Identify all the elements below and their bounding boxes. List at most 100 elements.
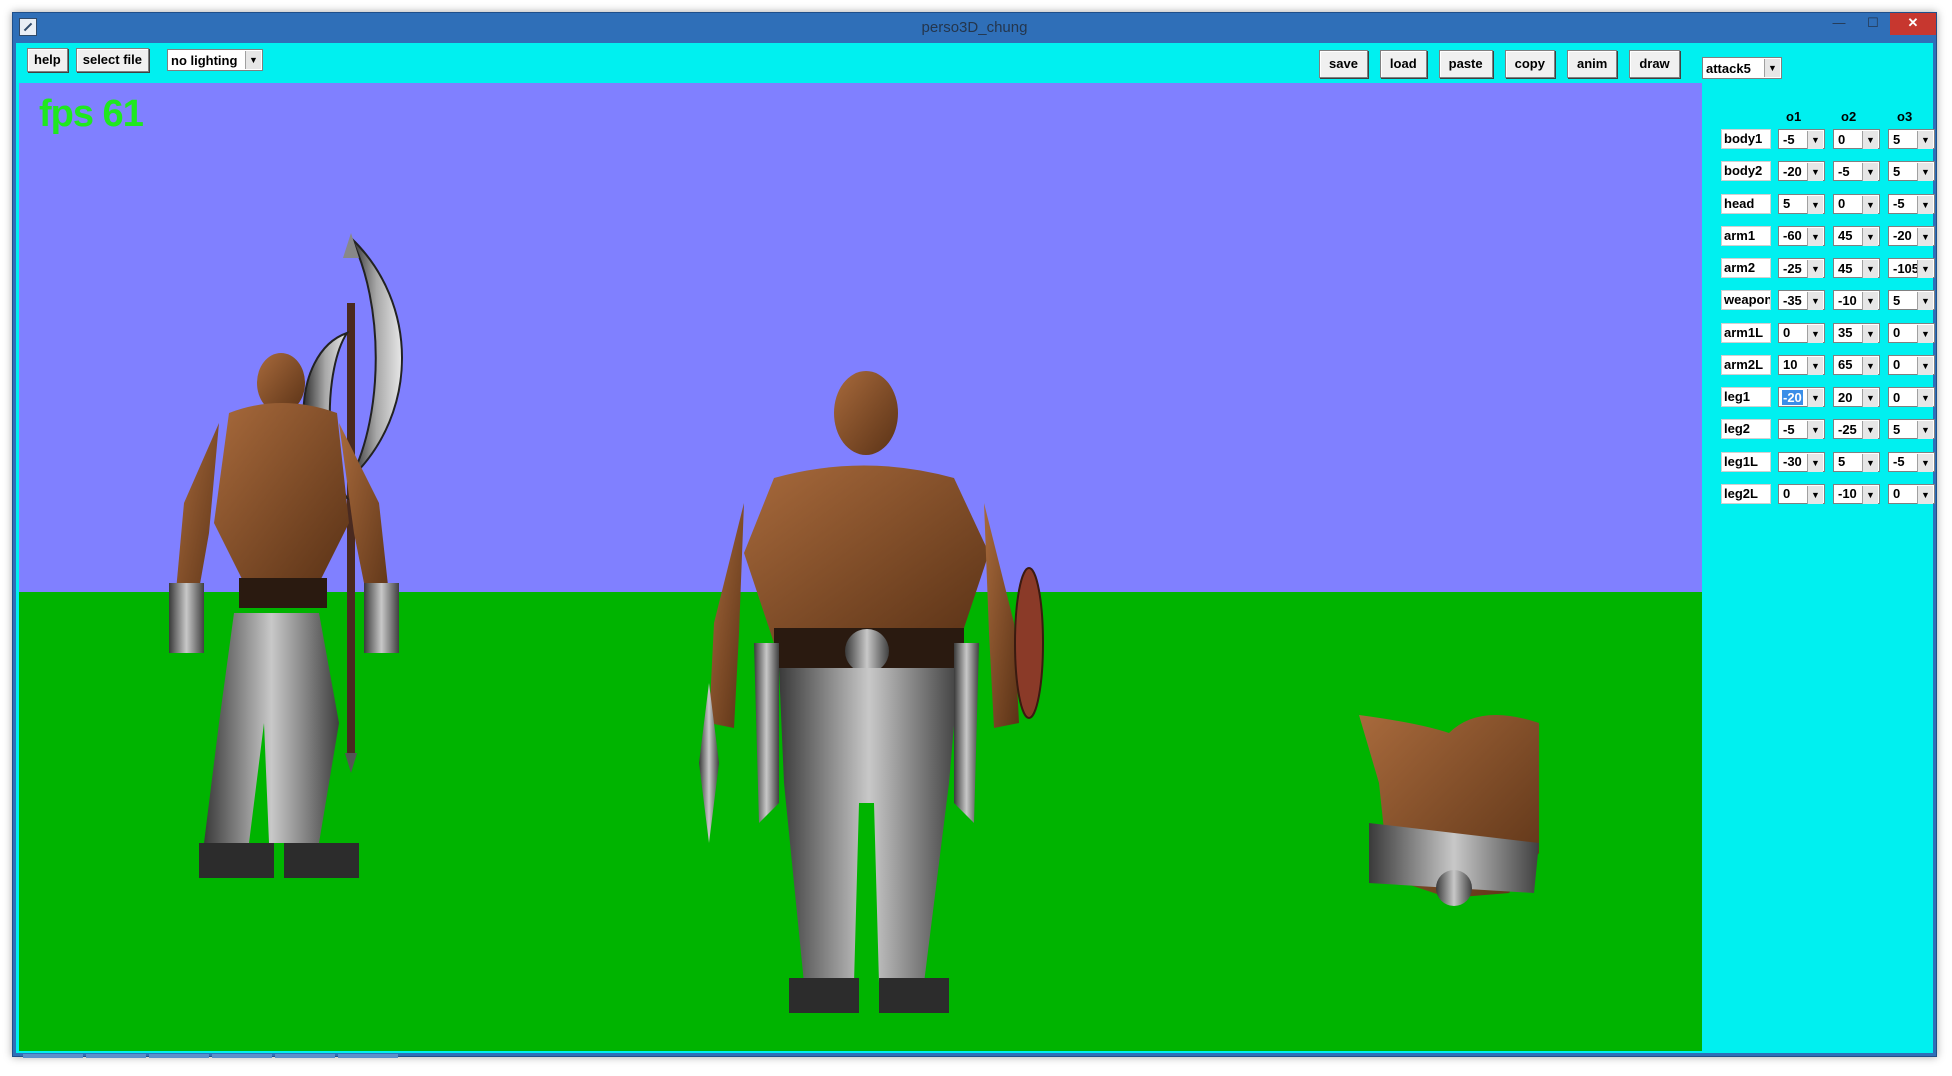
param-value: 0 [1838,196,1846,211]
param-leg1-o3-dropdown[interactable]: 0 ▼ [1888,387,1935,407]
param-row-leg1: leg1 -20 ▼ 20 ▼ 0 ▼ [1702,387,1935,409]
param-leg2L-o3-dropdown[interactable]: 0 ▼ [1888,483,1935,504]
param-leg2L-o1-dropdown[interactable]: 0 ▼ [1778,483,1825,504]
param-row-leg2L: leg2L 0 ▼ -10 ▼ 0 ▼ [1702,483,1935,506]
chevron-down-icon: ▼ [1807,195,1823,214]
param-arm2-o1-dropdown[interactable]: -25 ▼ [1778,258,1825,278]
param-value: -5 [1783,421,1795,437]
param-value: 5 [1893,131,1901,147]
param-leg1-o2-dropdown[interactable]: 20 ▼ [1833,387,1880,407]
param-label: arm2L [1721,354,1771,375]
param-arm2L-o1-dropdown[interactable]: 10 ▼ [1778,354,1825,375]
param-leg2-o1-dropdown[interactable]: -5 ▼ [1778,419,1825,440]
param-value: 0 [1893,357,1901,373]
param-leg2-o3-dropdown[interactable]: 5 ▼ [1888,419,1935,440]
chevron-down-icon: ▼ [1862,292,1878,311]
param-arm1-o3-dropdown[interactable]: -20 ▼ [1888,225,1935,246]
draw-button[interactable]: draw [1629,50,1680,78]
param-body1-o2-dropdown[interactable]: 0 ▼ [1833,129,1880,149]
param-body1-o1-dropdown[interactable]: -5 ▼ [1778,129,1825,149]
param-value: 0 [1893,486,1901,502]
param-leg1L-o1-dropdown[interactable]: -30 ▼ [1778,451,1825,472]
param-value: -30 [1783,454,1802,469]
param-arm2L-o3-dropdown[interactable]: 0 ▼ [1888,354,1935,375]
param-value: -25 [1838,421,1857,437]
help-button[interactable]: help [27,48,68,72]
app-window: perso3D_chung — ☐ ✕ help select file no … [12,12,1937,1058]
chevron-down-icon: ▼ [1764,59,1780,77]
param-arm1-o1-dropdown[interactable]: -60 ▼ [1778,225,1825,246]
chevron-down-icon: ▼ [1862,485,1878,504]
param-label: arm1L [1721,322,1771,343]
lighting-dropdown[interactable]: no lighting ▼ [167,49,263,71]
param-leg2-o2-dropdown[interactable]: -25 ▼ [1833,419,1880,440]
param-label: leg2 [1721,419,1771,440]
status-segment [86,1054,146,1058]
param-value: 10 [1783,357,1798,373]
copy-button[interactable]: copy [1504,50,1555,78]
torso-part-model [1359,715,1539,906]
chevron-down-icon: ▼ [1807,356,1823,375]
chevron-down-icon: ▼ [1807,227,1823,246]
param-arm1L-o3-dropdown[interactable]: 0 ▼ [1888,322,1935,343]
param-weapon-o1-dropdown[interactable]: -35 ▼ [1778,290,1825,311]
column-header-o3: o3 [1897,109,1913,124]
param-value: 0 [1838,131,1846,147]
column-header-o1: o1 [1786,109,1802,124]
param-value: 5 [1893,421,1901,437]
param-head-o3-dropdown[interactable]: -5 ▼ [1888,193,1935,214]
save-button[interactable]: save [1319,50,1368,78]
animation-value: attack5 [1706,60,1751,76]
param-leg1-o1-dropdown[interactable]: -20 ▼ [1778,387,1825,407]
chevron-down-icon: ▼ [1917,131,1933,149]
param-arm2L-o2-dropdown[interactable]: 65 ▼ [1833,354,1880,375]
param-value: 5 [1838,454,1846,469]
scene-canvas [19,83,1702,1051]
param-head-o1-dropdown[interactable]: 5 ▼ [1778,193,1825,214]
3d-viewport[interactable]: fps 61 [19,83,1702,1051]
param-leg2L-o2-dropdown[interactable]: -10 ▼ [1833,483,1880,504]
param-value: -35 [1783,292,1802,308]
param-arm2-o2-dropdown[interactable]: 45 ▼ [1833,258,1880,278]
chevron-down-icon: ▼ [1807,131,1823,149]
param-value: 65 [1838,357,1853,373]
param-body1-o3-dropdown[interactable]: 5 ▼ [1888,129,1935,149]
param-arm2-o3-dropdown[interactable]: -105 ▼ [1888,258,1935,278]
chevron-down-icon: ▼ [1862,389,1878,407]
param-leg1L-o3-dropdown[interactable]: -5 ▼ [1888,451,1935,472]
param-value: 0 [1783,486,1791,502]
select-file-button[interactable]: select file [75,48,149,72]
chevron-down-icon: ▼ [1807,453,1823,472]
param-body2-o2-dropdown[interactable]: -5 ▼ [1833,161,1880,182]
param-label: weapon [1721,290,1771,311]
paste-button[interactable]: paste [1438,50,1493,78]
load-button[interactable]: load [1379,50,1427,78]
param-body2-o3-dropdown[interactable]: 5 ▼ [1888,161,1935,182]
param-head-o2-dropdown[interactable]: 0 ▼ [1833,193,1880,214]
param-value: 5 [1893,292,1901,308]
param-arm1-o2-dropdown[interactable]: 45 ▼ [1833,225,1880,246]
param-value: 35 [1838,325,1853,340]
param-label: leg2L [1721,483,1771,504]
param-value: -25 [1783,260,1802,276]
param-label: head [1721,193,1771,214]
maximize-button[interactable]: ☐ [1856,13,1890,35]
minimize-button[interactable]: — [1822,13,1856,35]
chevron-down-icon: ▼ [1807,421,1823,440]
param-arm1L-o1-dropdown[interactable]: 0 ▼ [1778,322,1825,343]
status-segment [212,1054,272,1058]
animation-dropdown[interactable]: attack5 ▼ [1702,57,1782,79]
param-body2-o1-dropdown[interactable]: -20 ▼ [1778,161,1825,182]
param-row-body2: body2 -20 ▼ -5 ▼ 5 ▼ [1702,161,1935,183]
param-leg1L-o2-dropdown[interactable]: 5 ▼ [1833,451,1880,472]
anim-button[interactable]: anim [1566,50,1618,78]
status-segment [275,1054,335,1058]
close-button[interactable]: ✕ [1890,13,1936,35]
chevron-down-icon: ▼ [1807,260,1823,278]
param-weapon-o3-dropdown[interactable]: 5 ▼ [1888,290,1935,311]
param-arm1L-o2-dropdown[interactable]: 35 ▼ [1833,322,1880,343]
param-label: leg1 [1721,387,1771,407]
param-weapon-o2-dropdown[interactable]: -10 ▼ [1833,290,1880,311]
parameter-panel: o1 o2 o3 body1 -5 ▼ 0 ▼ 5 ▼ body2 -20 ▼ -5 ▼ 5 ▼ head 5… [1702,83,1935,1051]
title-bar[interactable]: perso3D_chung — ☐ ✕ [13,13,1936,43]
